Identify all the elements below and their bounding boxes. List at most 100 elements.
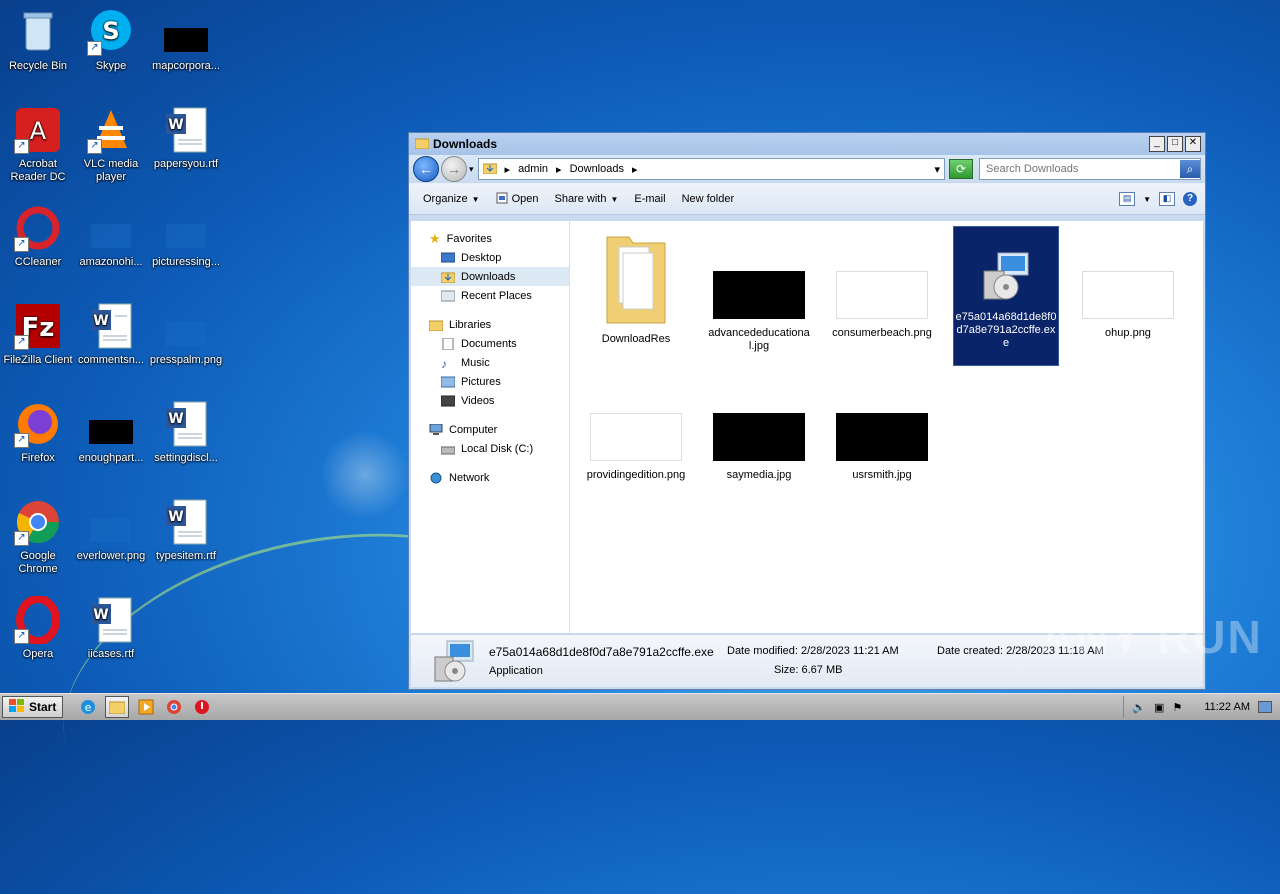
change-view-icon[interactable]: ▤ [1119, 192, 1136, 206]
file-name: providingedition.png [586, 469, 686, 481]
desktop-icon-acrobat[interactable]: A ↗ Acrobat Reader DC [0, 106, 76, 184]
desktop-icon-iicases[interactable]: W iicases.rtf [73, 596, 149, 661]
nav-downloads[interactable]: Downloads [411, 267, 569, 286]
address-dropdown-icon[interactable]: ▾ [934, 163, 940, 176]
nav-videos[interactable]: Videos [411, 391, 569, 410]
refresh-button[interactable]: ⟳ [949, 159, 973, 179]
forward-button[interactable]: → [441, 156, 467, 182]
desktop-icon-recycle-bin[interactable]: Recycle Bin [0, 8, 76, 73]
nav-computer[interactable]: Computer [411, 420, 569, 439]
network-icon [429, 472, 443, 484]
file-item[interactable]: consumerbeach.png [830, 271, 934, 340]
opera-taskbar-icon[interactable] [191, 697, 213, 717]
nav-label: Recent Places [461, 289, 532, 302]
email-button[interactable]: E-mail [626, 190, 673, 208]
nav-pictures[interactable]: Pictures [411, 372, 569, 391]
file-item[interactable]: advancededucational.jpg [707, 271, 811, 353]
desktop-icon-label: VLC media player [83, 158, 139, 183]
pictures-icon [440, 376, 456, 388]
desktop-icon-skype[interactable]: S ↗ Skype [73, 8, 149, 73]
shortcut-arrow-icon: ↗ [14, 335, 29, 350]
start-button[interactable]: Start [2, 696, 64, 718]
nav-network[interactable]: Network [411, 468, 569, 487]
image-file-icon [87, 400, 135, 448]
nav-recent-places[interactable]: Recent Places [411, 286, 569, 305]
desktop-icon [440, 252, 456, 264]
desktop-icon-typesitem[interactable]: W typesitem.rtf [148, 498, 224, 563]
close-button[interactable]: ✕ [1185, 136, 1201, 152]
desktop-icon-settingdiscl[interactable]: W settingdiscl... [148, 400, 224, 465]
minimize-button[interactable]: _ [1149, 136, 1165, 152]
address-box[interactable]: ▸ admin ▸ Downloads ▸ ▾ [477, 158, 945, 180]
svg-text:W: W [168, 509, 183, 525]
preview-pane-icon[interactable]: ◧ [1159, 192, 1175, 206]
desktop-icon-opera[interactable]: ↗ Opera [0, 595, 76, 661]
volume-icon[interactable]: 🔈 [1132, 701, 1146, 714]
desktop-icon-label: iicases.rtf [87, 648, 135, 660]
breadcrumb-separator-icon[interactable]: ▸ [556, 163, 562, 176]
nav-documents[interactable]: Documents [411, 334, 569, 353]
new-folder-button[interactable]: New folder [674, 190, 743, 208]
breadcrumb-admin[interactable]: admin [518, 163, 548, 175]
explorer-taskbar-icon[interactable] [105, 696, 130, 718]
email-label: E-mail [634, 193, 666, 205]
details-filename: e75a014a68d1de8f0d7a8e791a2ccffe.exe [489, 645, 714, 659]
desktop-icon-label: commentsn... [77, 354, 145, 366]
open-button[interactable]: Open [488, 189, 547, 210]
network-tray-icon[interactable]: ▣ [1154, 701, 1164, 714]
search-input[interactable] [980, 162, 1180, 176]
desktop-icon-vlc[interactable]: ↗ VLC media player [73, 106, 149, 184]
help-icon[interactable]: ? [1183, 192, 1197, 206]
nav-favorites[interactable]: ★ Favorites [411, 229, 569, 248]
file-item[interactable]: usrsmith.jpg [830, 413, 934, 482]
file-item[interactable]: providingedition.png [584, 413, 688, 482]
desktop-icon-commentsn[interactable]: W commentsn... [73, 302, 149, 367]
back-button[interactable]: ← [413, 156, 439, 182]
file-item[interactable]: saymedia.jpg [707, 413, 811, 482]
action-center-flag-icon[interactable]: ⚑ [1172, 701, 1182, 714]
word-document-icon: W [162, 106, 210, 154]
file-name: consumerbeach.png [832, 327, 932, 339]
view-options-chevron-icon[interactable]: ▼ [1143, 195, 1151, 204]
window-titlebar[interactable]: Downloads _ □ ✕ [409, 133, 1205, 155]
file-name: usrsmith.jpg [852, 469, 912, 481]
organize-button[interactable]: Organize ▼ [415, 190, 488, 208]
breadcrumb-separator-icon[interactable]: ▸ [505, 163, 511, 176]
media-player-taskbar-icon[interactable] [135, 697, 157, 717]
clock[interactable]: 11:22 AM [1204, 701, 1250, 713]
desktop-icon-picturessing[interactable]: picturessing... [148, 204, 224, 269]
share-with-button[interactable]: Share with ▼ [546, 190, 626, 208]
file-item[interactable]: ohup.png [1076, 271, 1180, 340]
recent-pages-chevron-icon[interactable]: ▾ [469, 164, 474, 175]
desktop-icon-label: Google Chrome [18, 550, 58, 575]
explorer-window: Downloads _ □ ✕ ← → ▾ ▸ admin ▸ Download… [408, 132, 1206, 690]
desktop-icon-firefox[interactable]: ↗ Firefox [0, 400, 76, 465]
desktop-icon-amazonohi[interactable]: amazonohi... [73, 204, 149, 269]
internet-explorer-taskbar-icon[interactable]: e [77, 697, 99, 717]
desktop-icon-label: typesitem.rtf [156, 550, 216, 562]
file-item-selected[interactable]: e75a014a68d1de8f0d7a8e791a2ccffe.exe [953, 226, 1059, 366]
desktop-icon-label: Skype [95, 60, 127, 72]
desktop-icon-label: enoughpart... [78, 452, 144, 464]
desktop-icon-enoughpart[interactable]: enoughpart... [73, 400, 149, 465]
chrome-taskbar-icon[interactable] [163, 697, 185, 717]
file-item[interactable]: DownloadRes [584, 229, 688, 346]
nav-music[interactable]: ♪ Music [411, 353, 569, 372]
desktop-icon-mapcorpora[interactable]: mapcorpora... [148, 8, 224, 73]
breadcrumb-separator-icon[interactable]: ▸ [632, 163, 638, 176]
desktop-icon-papersyou[interactable]: W papersyou.rtf [148, 106, 224, 171]
nav-local-disk[interactable]: Local Disk (C:) [411, 439, 569, 458]
nav-libraries[interactable]: Libraries [411, 315, 569, 334]
search-icon[interactable]: ⌕ [1180, 160, 1200, 178]
desktop-icon-chrome[interactable]: ↗ Google Chrome [0, 498, 76, 576]
computer-icon [429, 423, 443, 436]
maximize-button[interactable]: □ [1167, 136, 1183, 152]
show-desktop-button[interactable] [1258, 701, 1272, 713]
nav-desktop[interactable]: Desktop [411, 248, 569, 267]
desktop-icon-ccleaner[interactable]: ↗ CCleaner [0, 204, 76, 269]
desktop-icon-everlower[interactable]: everlower.png [73, 498, 149, 563]
desktop-icon-label: settingdiscl... [154, 452, 218, 464]
desktop-icon-filezilla[interactable]: Fz ↗ FileZilla Client [0, 302, 76, 367]
breadcrumb-downloads[interactable]: Downloads [570, 163, 624, 175]
desktop-icon-presspalm[interactable]: presspalm.png [148, 302, 224, 367]
